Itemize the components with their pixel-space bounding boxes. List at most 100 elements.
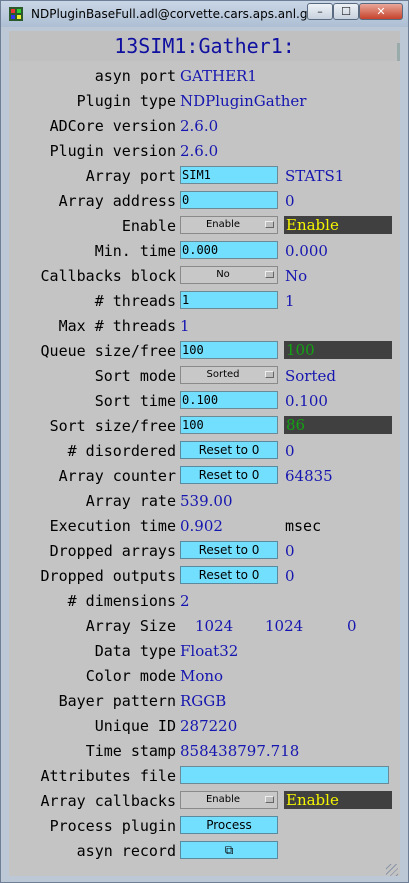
- sort-time-label: Sort time: [94, 392, 176, 410]
- plugin-panel: asyn port GATHER1 Plugin type NDPluginGa…: [9, 61, 400, 876]
- array-counter-readback: 64835: [285, 467, 333, 485]
- queue-free-readback: 100: [286, 341, 315, 359]
- array-size-y: 1024: [265, 617, 304, 635]
- sort-mode-menu-value: Sorted: [206, 369, 240, 380]
- adcore-version-label: ADCore version: [49, 117, 176, 135]
- client-area: 13SIM1:Gather1: asyn port GATHER1 Plugin…: [9, 31, 400, 876]
- window: NDPluginBaseFull.adl@corvette.cars.aps.a…: [0, 0, 409, 883]
- sort-size-input[interactable]: 100: [180, 416, 278, 434]
- row-asyn-port: asyn port GATHER1: [9, 65, 400, 87]
- asyn-record-button[interactable]: ⧉: [180, 841, 278, 859]
- bayer-pattern-value: RGGB: [180, 692, 227, 710]
- callbacks-block-menu[interactable]: No: [180, 266, 278, 284]
- row-array-counter: Array counter Reset to 0 64835: [9, 465, 400, 487]
- minimize-button[interactable]: –: [307, 3, 333, 20]
- time-stamp-label: Time stamp: [85, 742, 176, 760]
- queue-size-input[interactable]: 100: [180, 341, 278, 359]
- threads-input[interactable]: 1: [180, 291, 278, 309]
- row-dropped-outputs: Dropped outputs Reset to 0 0: [9, 565, 400, 587]
- row-plugin-version: Plugin version 2.6.0: [9, 140, 400, 162]
- array-counter-label: Array counter: [58, 467, 176, 485]
- color-mode-label: Color mode: [85, 667, 176, 685]
- enable-menu[interactable]: Enable: [180, 216, 278, 234]
- dropped-outputs-reset-button[interactable]: Reset to 0: [180, 566, 278, 584]
- disordered-readback: 0: [285, 442, 295, 460]
- array-port-readback: STATS1: [285, 167, 345, 185]
- attributes-file-input[interactable]: [180, 766, 389, 784]
- process-button[interactable]: Process: [180, 816, 278, 834]
- row-process-plugin: Process plugin Process: [9, 815, 400, 837]
- color-mode-value: Mono: [180, 667, 224, 685]
- array-counter-reset-button[interactable]: Reset to 0: [180, 466, 278, 484]
- threads-readback: 1: [285, 292, 295, 310]
- min-time-readback: 0.000: [285, 242, 328, 260]
- array-address-input[interactable]: 0: [180, 191, 278, 209]
- bayer-pattern-label: Bayer pattern: [58, 692, 176, 710]
- row-enable: Enable Enable Enable: [9, 215, 400, 237]
- row-execution-time: Execution time 0.902 msec: [9, 515, 400, 537]
- menu-arrow-icon: [265, 271, 274, 278]
- close-button[interactable]: ✕: [359, 3, 403, 20]
- row-sort-size: Sort size/free 100 86: [9, 415, 400, 437]
- sort-time-input[interactable]: 0.100: [180, 391, 278, 409]
- dropped-arrays-reset-button[interactable]: Reset to 0: [180, 541, 278, 559]
- title-bar[interactable]: NDPluginBaseFull.adl@corvette.cars.aps.a…: [1, 1, 408, 27]
- row-data-type: Data type Float32: [9, 640, 400, 662]
- resize-grip-icon[interactable]: [386, 864, 398, 876]
- dropped-arrays-label: Dropped arrays: [49, 542, 176, 560]
- array-address-readback: 0: [285, 192, 295, 210]
- enable-label: Enable: [121, 217, 176, 235]
- sort-free-readback: 86: [286, 416, 306, 434]
- sort-mode-menu[interactable]: Sorted: [180, 366, 278, 384]
- enable-readback-box: Enable: [284, 216, 392, 234]
- row-unique-id: Unique ID 287220: [9, 715, 400, 737]
- max-threads-value: 1: [180, 317, 190, 335]
- sort-free-box: 86: [284, 416, 392, 434]
- min-time-label: Min. time: [94, 242, 176, 260]
- row-max-threads: Max # threads 1: [9, 315, 400, 337]
- row-adcore-version: ADCore version 2.6.0: [9, 115, 400, 137]
- plugin-version-label: Plugin version: [49, 142, 176, 160]
- asyn-port-value: GATHER1: [180, 67, 257, 85]
- app-icon: [9, 7, 23, 21]
- array-size-label: Array Size: [85, 617, 176, 635]
- row-callbacks-block: Callbacks block No No: [9, 265, 400, 287]
- row-asyn-record: asyn record ⧉: [9, 840, 400, 862]
- row-bayer-pattern: Bayer pattern RGGB: [9, 690, 400, 712]
- max-threads-label: Max # threads: [58, 317, 176, 335]
- asyn-record-label: asyn record: [76, 842, 176, 860]
- attributes-file-label: Attributes file: [40, 767, 176, 785]
- asyn-port-label: asyn port: [94, 67, 176, 85]
- dropped-outputs-readback: 0: [285, 567, 295, 585]
- array-rate-label: Array rate: [85, 492, 176, 510]
- threads-label: # threads: [94, 292, 176, 310]
- panel-title: 13SIM1:Gather1:: [114, 34, 295, 58]
- row-array-address: Array address 0 0: [9, 190, 400, 212]
- time-stamp-value: 858438797.718: [180, 742, 300, 760]
- row-color-mode: Color mode Mono: [9, 665, 400, 687]
- array-port-label: Array port: [85, 167, 176, 185]
- row-array-size: Array Size 1024 1024 0: [9, 615, 400, 637]
- sort-time-readback: 0.100: [285, 392, 328, 410]
- menu-arrow-icon: [265, 796, 274, 803]
- min-time-input[interactable]: 0.000: [180, 241, 278, 259]
- array-callbacks-menu[interactable]: Enable: [180, 791, 278, 809]
- enable-menu-value: Enable: [205, 219, 241, 230]
- row-time-stamp: Time stamp 858438797.718: [9, 740, 400, 762]
- queue-free-box: 100: [284, 341, 392, 359]
- array-callbacks-menu-value: Enable: [205, 794, 241, 805]
- row-array-callbacks: Array callbacks Enable Enable: [9, 790, 400, 812]
- queue-label: Queue size/free: [40, 342, 176, 360]
- row-queue: Queue size/free 100 100: [9, 340, 400, 362]
- execution-time-unit: msec: [285, 517, 322, 535]
- data-type-value: Float32: [180, 642, 239, 660]
- plugin-type-value: NDPluginGather: [180, 92, 307, 110]
- window-title: NDPluginBaseFull.adl@corvette.cars.aps.a…: [31, 7, 322, 21]
- callbacks-block-readback: No: [285, 267, 308, 285]
- adcore-version-value: 2.6.0: [180, 117, 219, 135]
- maximize-button[interactable]: ☐: [333, 3, 359, 20]
- unique-id-label: Unique ID: [94, 717, 176, 735]
- row-array-port: Array port SIM1 STATS1: [9, 165, 400, 187]
- disordered-reset-button[interactable]: Reset to 0: [180, 441, 278, 459]
- array-port-input[interactable]: SIM1: [180, 166, 278, 184]
